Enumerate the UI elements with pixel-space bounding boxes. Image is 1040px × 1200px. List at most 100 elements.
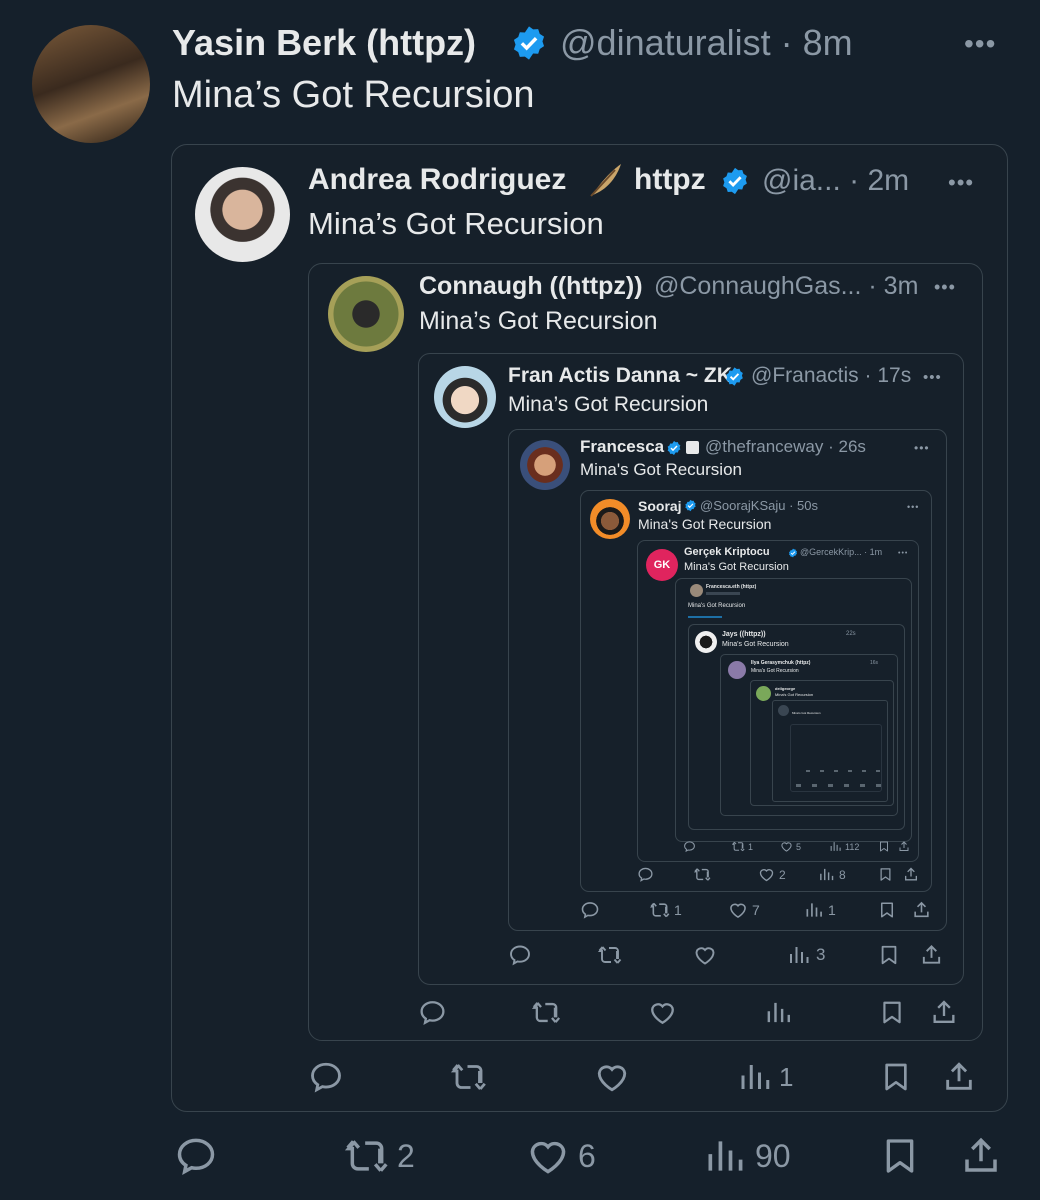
- timestamp[interactable]: 2m: [867, 164, 909, 197]
- more-options-icon[interactable]: •••: [914, 441, 930, 455]
- avatar[interactable]: [756, 686, 771, 701]
- timestamp[interactable]: 22s: [846, 631, 856, 637]
- timestamp[interactable]: 50s: [797, 498, 818, 513]
- reply-button[interactable]: [508, 943, 532, 967]
- share-button[interactable]: [898, 840, 910, 853]
- avatar[interactable]: [520, 440, 570, 490]
- avatar[interactable]: [590, 499, 630, 539]
- verified-badge-icon: [667, 441, 681, 455]
- more-options-icon[interactable]: •••: [898, 550, 908, 557]
- bookmark-button[interactable]: [878, 840, 890, 853]
- avatar[interactable]: [778, 705, 789, 716]
- reply-button[interactable]: [580, 900, 600, 920]
- timestamp[interactable]: 8m: [803, 22, 853, 63]
- author-name[interactable]: Yasin Berk (httpz): [172, 22, 476, 64]
- author-text[interactable]: Jays: [722, 631, 738, 638]
- author-name[interactable]: Francesca: [580, 437, 664, 457]
- more-options-icon[interactable]: •••: [907, 502, 919, 512]
- handle-text[interactable]: @ConnaughGas...: [654, 272, 861, 300]
- more-options-icon[interactable]: •••: [923, 369, 942, 386]
- author-handle[interactable]: @GercekKrip... · 1m: [800, 547, 882, 557]
- bookmark-button[interactable]: [880, 1134, 920, 1178]
- author-name[interactable]: Francesca.eth (httpz): [706, 584, 756, 590]
- like-button[interactable]: 7: [728, 900, 760, 920]
- like-button[interactable]: 6: [526, 1134, 596, 1178]
- share-button[interactable]: [920, 943, 943, 967]
- author-name[interactable]: Connaugh ((httpz)): [419, 272, 643, 301]
- retweet-button[interactable]: [598, 943, 622, 967]
- retweet-button[interactable]: [694, 866, 711, 883]
- timestamp[interactable]: 26s: [838, 437, 865, 456]
- share-button[interactable]: [903, 866, 919, 883]
- avatar[interactable]: [695, 631, 717, 653]
- avatar[interactable]: GK: [646, 549, 678, 581]
- like-count: 6: [578, 1137, 596, 1174]
- more-options-icon[interactable]: •••: [934, 277, 956, 298]
- retweet-button[interactable]: [532, 998, 561, 1027]
- author-name[interactable]: Andrea Rodriguez: [308, 163, 566, 197]
- author-name[interactable]: Sooraj: [638, 498, 682, 514]
- author-name[interactable]: dellgeorge: [775, 686, 795, 691]
- views-button[interactable]: 8: [818, 866, 846, 883]
- author-handle[interactable]: @dinaturalist · 8m: [560, 22, 853, 64]
- handle-text[interactable]: @Franactis: [751, 364, 859, 387]
- bookmark-button[interactable]: [878, 943, 900, 967]
- reply-button[interactable]: [637, 866, 654, 883]
- author-name[interactable]: Fran Actis Danna ~ ZK: [508, 364, 732, 388]
- author-handle[interactable]: @SoorajKSaju · 50s: [700, 498, 818, 513]
- like-button[interactable]: [594, 1059, 630, 1095]
- author-handle[interactable]: @Franactis · 17s: [751, 364, 911, 388]
- timestamp[interactable]: 16s: [870, 660, 878, 666]
- handle-text[interactable]: @dinaturalist: [560, 22, 771, 63]
- views-button[interactable]: [764, 998, 793, 1027]
- avatar[interactable]: [728, 661, 746, 679]
- bookmark-button[interactable]: [878, 900, 896, 920]
- like-button[interactable]: 2: [758, 866, 786, 883]
- more-options-icon[interactable]: •••: [948, 170, 974, 196]
- retweet-button[interactable]: 1: [650, 900, 682, 920]
- avatar[interactable]: [195, 167, 290, 262]
- author-name[interactable]: Jays ((httpz)): [722, 631, 766, 638]
- timestamp[interactable]: 17s: [877, 364, 911, 387]
- views-button[interactable]: 1: [737, 1059, 793, 1095]
- bookmark-button[interactable]: [879, 998, 905, 1027]
- share-button[interactable]: [942, 1059, 976, 1095]
- retweet-button[interactable]: 2: [345, 1134, 415, 1178]
- timestamp[interactable]: 1m: [870, 547, 883, 557]
- author-handle[interactable]: @thefranceway · 26s: [705, 437, 866, 457]
- avatar[interactable]: [32, 25, 150, 143]
- retweet-button[interactable]: 1: [732, 840, 753, 853]
- reply-button[interactable]: [683, 840, 696, 853]
- share-button[interactable]: [930, 998, 958, 1027]
- share-button[interactable]: [912, 900, 931, 920]
- views-button[interactable]: 3: [787, 943, 825, 967]
- bookmark-button[interactable]: [880, 1059, 912, 1095]
- timestamp[interactable]: 3m: [884, 272, 919, 300]
- share-button[interactable]: [960, 1134, 1002, 1178]
- author-handle[interactable]: @ia... · 2m: [762, 164, 909, 198]
- more-options-icon[interactable]: •••: [964, 28, 996, 60]
- avatar[interactable]: [434, 366, 496, 428]
- retweet-button[interactable]: [451, 1059, 487, 1095]
- like-button[interactable]: 5: [780, 840, 801, 853]
- action-row-tiny: [806, 770, 886, 772]
- views-button[interactable]: 112: [829, 840, 859, 853]
- author-name[interactable]: Gerçek Kriptocu: [684, 546, 770, 558]
- reply-button[interactable]: [174, 1134, 218, 1178]
- bookmark-button[interactable]: [878, 866, 893, 883]
- reply-button[interactable]: [418, 998, 447, 1027]
- views-count: 8: [839, 867, 846, 882]
- author-name[interactable]: Ilya Gerasymchuk (httpz): [751, 660, 810, 666]
- reply-button[interactable]: [308, 1059, 344, 1095]
- avatar[interactable]: [690, 584, 703, 597]
- like-button[interactable]: [693, 943, 717, 967]
- views-button[interactable]: 90: [703, 1134, 791, 1178]
- handle-text[interactable]: @thefranceway: [705, 437, 823, 456]
- views-button[interactable]: 1: [804, 900, 836, 920]
- handle-text[interactable]: @SoorajKSaju: [700, 498, 785, 513]
- author-handle[interactable]: @ConnaughGas... · 3m: [654, 272, 918, 301]
- handle-text[interactable]: @ia...: [762, 164, 841, 197]
- like-button[interactable]: [648, 998, 677, 1027]
- handle-text[interactable]: @GercekKrip...: [800, 547, 862, 557]
- avatar[interactable]: [328, 276, 404, 352]
